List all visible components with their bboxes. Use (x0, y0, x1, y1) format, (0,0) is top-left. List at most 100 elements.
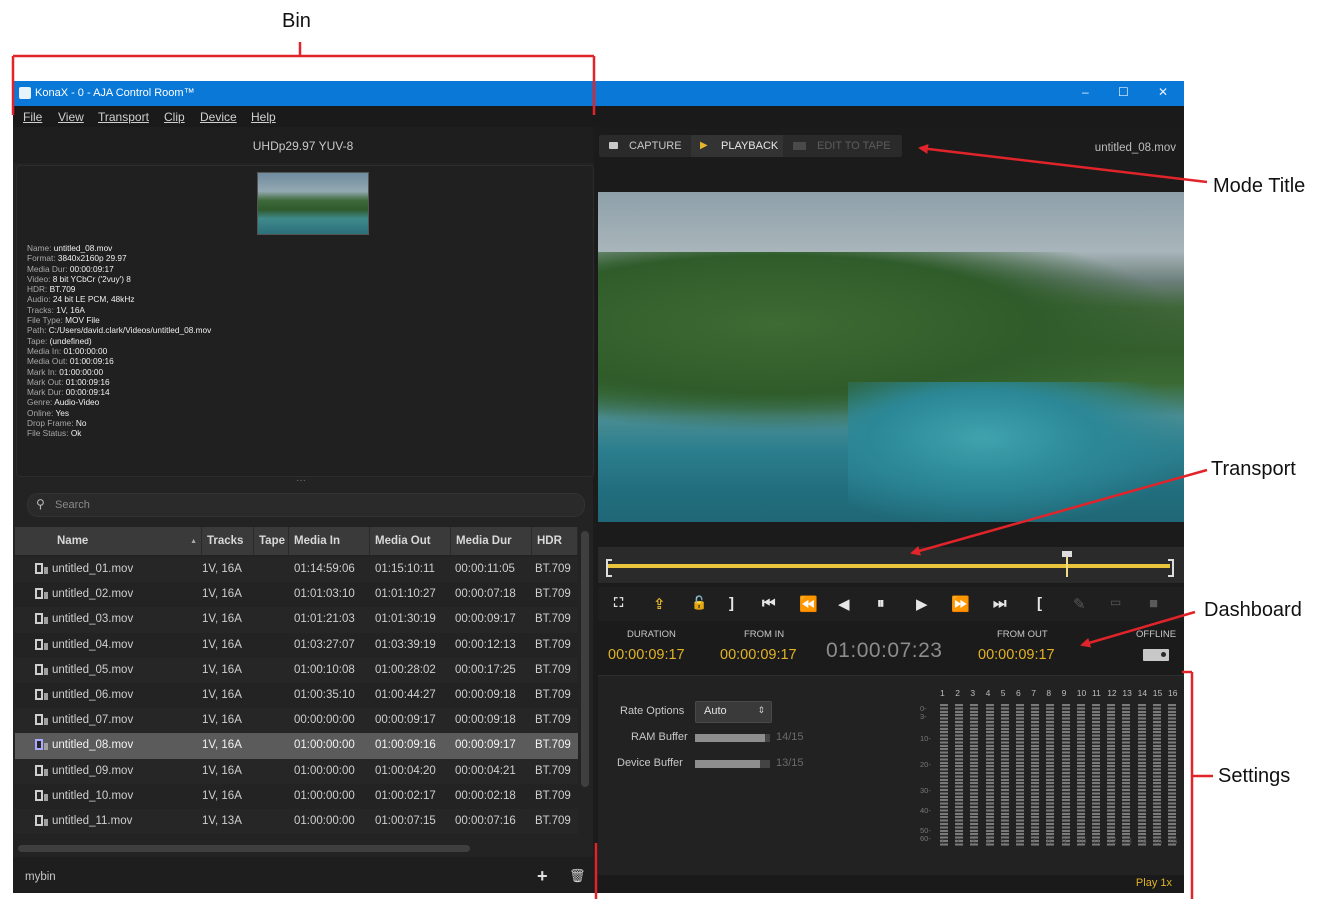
rewind-icon[interactable]: ⏪ (799, 595, 818, 613)
column-header-tracks[interactable]: Tracks (202, 527, 254, 555)
ram-buffer-value: 14/15 (776, 731, 804, 743)
fullscreen-icon[interactable]: ⛶ (614, 595, 623, 611)
title-bar: KonaX - 0 - AJA Control Room™ – ☐ ✕ (13, 81, 1184, 106)
movie-file-icon (35, 563, 48, 575)
clip-metadata: Name: untitled_08.mov Format: 3840x2160p … (27, 243, 211, 439)
table-row[interactable]: untitled_01.mov 1V, 16A 01:14:59:06 01:15:1… (15, 557, 578, 583)
table-row[interactable]: untitled_04.mov 1V, 16A 01:03:27:07 01:03:3… (15, 633, 578, 658)
from-in-value: 00:00:09:17 (720, 647, 797, 663)
ram-buffer-fill (695, 734, 765, 742)
cell-dur: 00:00:09:18 (455, 688, 516, 701)
cell-out: 01:03:39:19 (375, 638, 436, 651)
annotation-settings: Settings (1218, 765, 1291, 787)
table-row[interactable]: untitled_03.mov 1V, 16A 01:01:21:03 01:01:3… (15, 607, 578, 633)
pause-icon[interactable]: ⏸ (877, 595, 885, 612)
cell-out: 01:01:30:19 (375, 613, 436, 626)
table-row[interactable]: untitled_08.mov 1V, 16A 01:00:00:00 01:00:0… (15, 733, 578, 759)
fast-forward-icon[interactable]: ⏩ (951, 595, 970, 613)
meter-channel-label-bottom: 13 (1122, 836, 1132, 846)
window-title: KonaX - 0 - AJA Control Room™ (35, 87, 195, 99)
menu-device[interactable]: Device (200, 110, 237, 124)
lock-icon[interactable]: 🔓 (691, 595, 707, 611)
column-header-media-out[interactable]: Media Out (370, 527, 451, 555)
duration-value: 00:00:09:17 (608, 647, 685, 663)
mark-in-icon[interactable]: [ (1037, 595, 1042, 612)
mark-out-bracket[interactable] (1168, 559, 1174, 577)
rate-options-select[interactable]: Auto ⇕ (695, 701, 772, 723)
maximize-button[interactable]: ☐ (1118, 85, 1129, 99)
table-row[interactable]: untitled_10.mov 1V, 16A 01:00:00:00 01:00:0… (15, 784, 578, 809)
mark-out-icon[interactable]: ] (729, 595, 734, 612)
rate-options-label: Rate Options (620, 705, 685, 717)
table-row[interactable]: untitled_06.mov 1V, 16A 01:00:35:10 01:00:4… (15, 683, 578, 708)
metadata-key: Audio: (27, 294, 51, 305)
cell-out: 01:00:28:02 (375, 663, 436, 676)
mark-in-bracket[interactable] (606, 559, 612, 577)
meter-bar (1107, 704, 1116, 846)
delete-clip-button[interactable]: 🗑 (569, 868, 586, 884)
menu-file[interactable]: File (23, 110, 42, 124)
menu-transport[interactable]: Transport (98, 110, 149, 124)
go-to-end-icon[interactable]: ⏭ (993, 595, 1007, 612)
cell-hdr: BT.709 (535, 563, 571, 575)
table-row[interactable]: untitled_11.mov 1V, 13A 01:00:00:00 01:00:0… (15, 808, 578, 835)
cell-out: 01:15:10:11 (375, 563, 435, 575)
table-row[interactable]: untitled_09.mov 1V, 16A 01:00:00:00 01:00:0… (15, 758, 578, 784)
play-icon: ▶ (700, 140, 708, 151)
movie-file-icon (35, 663, 48, 676)
metadata-row: Name: untitled_08.mov (27, 243, 211, 253)
export-icon[interactable]: ⇪ (653, 595, 666, 613)
db-scale-label: 60- (920, 834, 931, 843)
cell-out: 01:00:07:15 (375, 814, 436, 827)
cell-dur: 00:00:11:05 (455, 563, 515, 575)
from-out-value: 00:00:09:17 (978, 647, 1055, 663)
tab-playback[interactable]: ▶ PLAYBACK (691, 135, 783, 157)
column-header-media-dur[interactable]: Media Dur (451, 527, 532, 555)
movie-file-icon (35, 739, 48, 751)
horizontal-scrollbar[interactable] (18, 845, 470, 852)
column-header-media-in[interactable]: Media In (289, 527, 370, 555)
meter-channel-label-bottom: 12 (1107, 836, 1117, 846)
step-back-icon[interactable]: ◀ (838, 595, 850, 613)
add-clip-button[interactable]: + (537, 866, 548, 887)
column-header-hdr[interactable]: HDR (532, 527, 578, 555)
timeline-scrubber[interactable] (598, 547, 1184, 583)
table-row[interactable]: untitled_05.mov 1V, 16A 01:00:10:08 01:00:2… (15, 657, 578, 683)
vertical-scrollbar[interactable] (581, 531, 589, 787)
menu-help[interactable]: Help (251, 110, 276, 124)
duration-label: DURATION (627, 629, 676, 640)
step-forward-icon[interactable]: ▶ (916, 595, 928, 613)
meter-bar (1122, 704, 1131, 846)
meter-bar (1061, 704, 1070, 846)
menu-view[interactable]: View (58, 110, 84, 124)
meter-bar (1046, 704, 1055, 846)
metadata-row: Audio: 24 bit LE PCM, 48kHz (27, 294, 211, 304)
minimize-button[interactable]: – (1082, 85, 1089, 99)
db-scale-label: 20- (920, 760, 931, 769)
meter-channel-label: 9 (1061, 688, 1067, 698)
cell-dur: 00:00:17:25 (455, 663, 516, 676)
playhead-handle[interactable] (1062, 551, 1073, 577)
metadata-row: Tracks: 1V, 16A (27, 305, 211, 315)
close-button[interactable]: ✕ (1158, 85, 1168, 99)
cell-name: untitled_02.mov (52, 588, 134, 601)
search-icon: ⚲ (36, 497, 45, 511)
column-header-tape[interactable]: Tape (254, 527, 289, 555)
tab-capture[interactable]: CAPTURE (599, 135, 691, 157)
meter-channel-label: 12 (1107, 688, 1117, 698)
metadata-value: Ok (70, 428, 82, 439)
column-header-name[interactable]: Name ▲ (15, 527, 202, 555)
search-input[interactable]: ⚲ Search (27, 493, 585, 517)
panel-splitter[interactable]: ··· (296, 475, 306, 486)
metadata-value: MOV File (65, 315, 100, 326)
go-to-start-icon[interactable]: ⏮ (762, 595, 776, 612)
table-row[interactable]: untitled_07.mov 1V, 16A 00:00:00:00 00:00:0… (15, 708, 578, 734)
clip-thumbnail[interactable] (257, 172, 369, 235)
mode-clip-name: untitled_08.mov (1094, 142, 1176, 154)
device-buffer-bar (695, 760, 770, 768)
cell-tracks: 1V, 16A (202, 563, 242, 575)
table-row[interactable]: untitled_02.mov 1V, 16A 01:01:03:10 01:01:1… (15, 582, 578, 607)
meter-channel-label-bottom: 3 (970, 836, 976, 846)
metadata-value: 01:00:09:16 (65, 376, 110, 387)
menu-clip[interactable]: Clip (164, 110, 185, 124)
